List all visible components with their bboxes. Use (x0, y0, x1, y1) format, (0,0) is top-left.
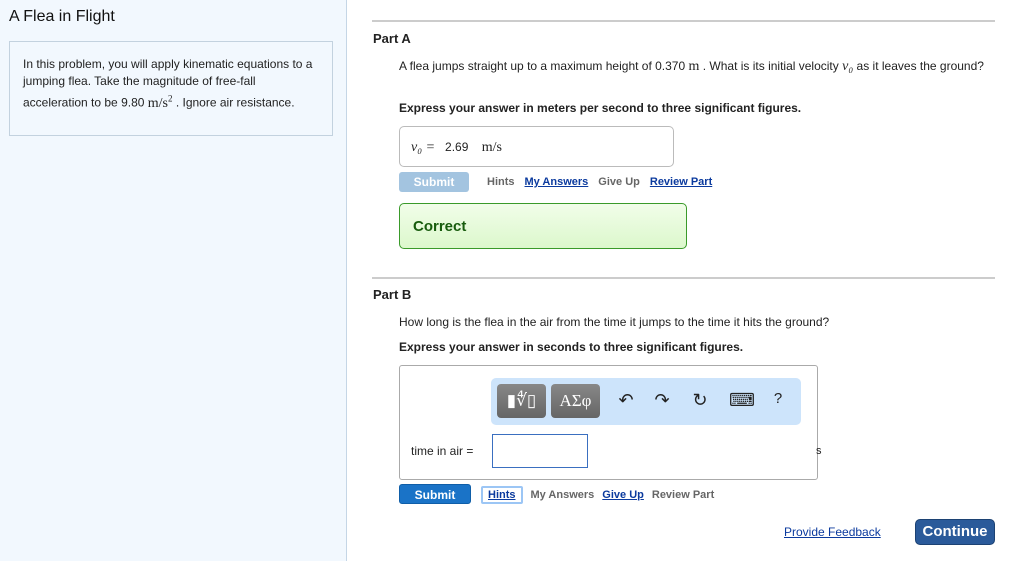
intro-text-end: . Ignore air resistance. (172, 95, 295, 110)
answer-value: 2.69 (445, 140, 469, 154)
part-b-give-up[interactable]: Give Up (602, 489, 644, 501)
divider (372, 277, 995, 279)
redo-icon[interactable]: ↷ (652, 390, 672, 411)
unit: m/s (147, 95, 168, 111)
page-title: A Flea in Flight (9, 8, 115, 25)
part-b-submit-button[interactable]: Submit (399, 484, 471, 504)
divider (372, 20, 995, 22)
greek-symbols-button[interactable]: ΑΣφ (551, 384, 600, 418)
part-b-hints[interactable]: Hints (481, 486, 523, 504)
part-a-header: Part A (373, 31, 411, 46)
part-b-my-answers[interactable]: My Answers (531, 489, 595, 501)
part-a-hints[interactable]: Hints (487, 176, 515, 188)
help-icon[interactable]: ? (768, 390, 788, 407)
q: . What is its initial velocity (699, 59, 843, 73)
q-var: v₀ (842, 59, 854, 74)
part-b-review-part[interactable]: Review Part (652, 489, 714, 501)
part-a-give-up[interactable]: Give Up (598, 176, 640, 188)
part-a-question: A flea jumps straight up to a maximum he… (399, 58, 999, 75)
templates-button[interactable]: ▮∜▯ (497, 384, 546, 418)
part-a-submit-button[interactable]: Submit (399, 172, 469, 192)
q: as it leaves the ground? (853, 59, 984, 73)
intro-box: In this problem, you will apply kinemati… (9, 41, 333, 136)
correct-feedback: Correct (399, 203, 687, 249)
answer-editor: ▮∜▯ ΑΣφ ↶ ↷ ↻ ⌨ ? time in air = s (399, 365, 822, 480)
part-a-review-part[interactable]: Review Part (650, 176, 712, 188)
answer-unit: m/s (481, 140, 502, 155)
part-b-header: Part B (373, 287, 412, 302)
continue-button[interactable]: Continue (915, 519, 995, 545)
part-a-instructions: Express your answer in meters per second… (399, 101, 802, 115)
q: A flea jumps straight up to a maximum he… (399, 59, 689, 73)
input-label: time in air = (411, 444, 474, 458)
reset-icon[interactable]: ↻ (690, 390, 710, 411)
undo-icon[interactable]: ↶ (616, 390, 636, 411)
answer-var: v₀ = (411, 140, 436, 155)
sidebar: A Flea in Flight In this problem, you wi… (0, 0, 347, 561)
part-a-answer: v₀ = 2.69 m/s (399, 126, 674, 167)
math-toolbar: ▮∜▯ ΑΣφ ↶ ↷ ↻ ⌨ ? (491, 378, 801, 425)
provide-feedback-link[interactable]: Provide Feedback (784, 525, 881, 539)
q-unit: m (688, 59, 700, 74)
keyboard-icon[interactable]: ⌨ (729, 390, 755, 411)
time-in-air-input[interactable] (492, 434, 588, 468)
part-b-instructions: Express your answer in seconds to three … (399, 340, 744, 354)
part-a-my-answers[interactable]: My Answers (525, 176, 589, 188)
intro-unit: m/s2 (147, 93, 173, 111)
part-b-question: How long is the flea in the air from the… (399, 315, 830, 329)
unit-label: s (816, 445, 822, 457)
